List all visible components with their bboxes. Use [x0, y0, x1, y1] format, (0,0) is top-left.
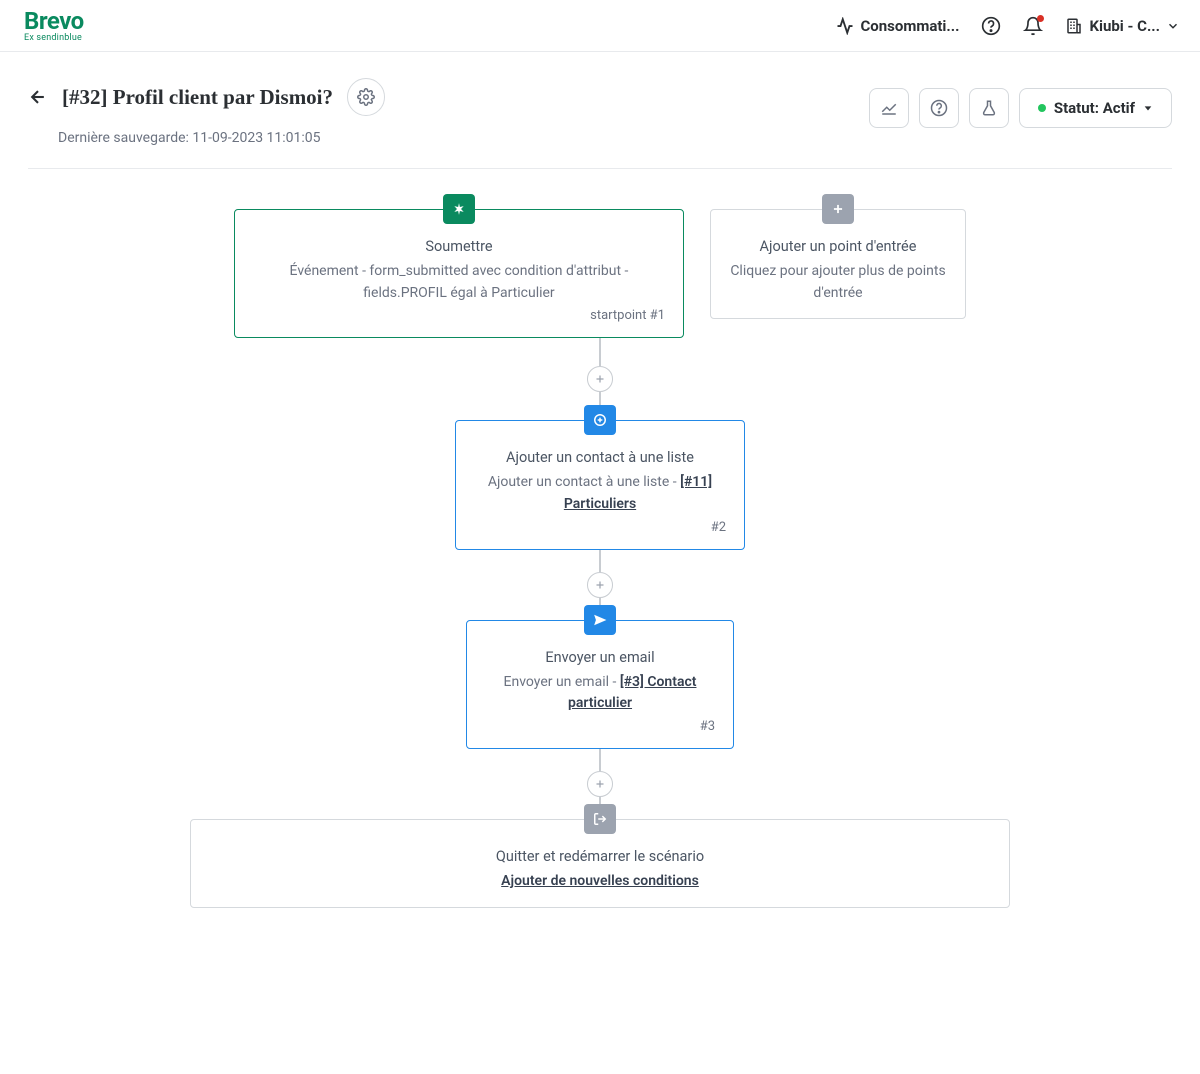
asterisk-icon: [443, 194, 475, 224]
send-icon: [584, 605, 616, 635]
account-label: Kiubi - C...: [1089, 17, 1160, 35]
logo-text: Brevo: [24, 9, 84, 33]
step2-node[interactable]: Ajouter un contact à une liste Ajouter u…: [455, 420, 745, 549]
entry-card-title: Soumettre: [253, 238, 665, 255]
exit-title: Quitter et redémarrer le scénario: [209, 848, 991, 865]
status-dropdown[interactable]: Statut: Actif: [1019, 88, 1172, 128]
status-label: Statut: Actif: [1054, 99, 1135, 117]
header-actions: Statut: Actif: [869, 88, 1172, 128]
building-icon: [1065, 17, 1083, 35]
settings-button[interactable]: [347, 78, 385, 116]
step2-meta: #2: [474, 520, 726, 535]
status-dot: [1038, 104, 1046, 112]
plus-icon: [822, 194, 854, 224]
gear-icon: [357, 88, 375, 106]
stats-button[interactable]: [869, 88, 909, 128]
entry-card-meta: startpoint #1: [253, 308, 665, 323]
step2-title: Ajouter un contact à une liste: [474, 449, 726, 466]
page-title-row: [#32] Profil client par Dismoi?: [28, 78, 385, 116]
caret-down-icon: [1143, 103, 1153, 113]
entry-node[interactable]: Soumettre Événement - form_submitted ave…: [234, 209, 684, 338]
add-contact-icon: [584, 405, 616, 435]
entry-card-desc: Événement - form_submitted avec conditio…: [253, 261, 665, 304]
add-step-button[interactable]: [587, 771, 613, 797]
last-save: Dernière sauvegarde: 11-09-2023 11:01:05: [58, 130, 385, 146]
connector-line: [599, 338, 601, 366]
step2-desc-prefix: Ajouter un contact à une liste -: [488, 474, 680, 490]
help-button[interactable]: [919, 88, 959, 128]
chevron-down-icon: [1166, 19, 1180, 33]
workflow-canvas: Soumettre Événement - form_submitted ave…: [0, 169, 1200, 968]
step3-desc-prefix: Envoyer un email -: [504, 674, 620, 690]
connector-line: [599, 550, 601, 572]
flask-icon: [980, 99, 998, 117]
exit-icon: [584, 804, 616, 834]
back-arrow-icon[interactable]: [28, 87, 48, 107]
chart-icon: [880, 99, 898, 117]
add-entry-title: Ajouter un point d'entrée: [729, 238, 947, 255]
add-step-button[interactable]: [587, 572, 613, 598]
page-header: [#32] Profil client par Dismoi? Dernière…: [0, 52, 1200, 160]
page-title: [#32] Profil client par Dismoi?: [62, 85, 333, 110]
add-entry-node[interactable]: Ajouter un point d'entrée Cliquez pour a…: [710, 209, 966, 338]
step2-card: Ajouter un contact à une liste Ajouter u…: [455, 420, 745, 549]
help-icon[interactable]: [981, 16, 1001, 36]
account-dropdown[interactable]: Kiubi - C...: [1065, 17, 1180, 35]
exit-node[interactable]: Quitter et redémarrer le scénario Ajoute…: [190, 819, 1010, 908]
topbar: Brevo Ex sendinblue Consommati... Kiubi …: [0, 0, 1200, 52]
step3-card: Envoyer un email Envoyer un email - [#3]…: [466, 620, 734, 749]
consumption-label: Consommati...: [860, 17, 959, 35]
activity-icon: [836, 17, 854, 35]
topbar-right: Consommati... Kiubi - C...: [836, 16, 1180, 36]
add-entry-desc: Cliquez pour ajouter plus de points d'en…: [729, 261, 947, 304]
step3-desc: Envoyer un email - [#3] Contact particul…: [485, 672, 715, 715]
step3-meta: #3: [485, 719, 715, 734]
help-icon: [930, 99, 948, 117]
connector-line: [599, 749, 601, 771]
step3-node[interactable]: Envoyer un email Envoyer un email - [#3]…: [466, 620, 734, 749]
step3-title: Envoyer un email: [485, 649, 715, 666]
add-step-button[interactable]: [587, 366, 613, 392]
add-entry-card: Ajouter un point d'entrée Cliquez pour a…: [710, 209, 966, 319]
entry-card: Soumettre Événement - form_submitted ave…: [234, 209, 684, 338]
test-button[interactable]: [969, 88, 1009, 128]
logo[interactable]: Brevo Ex sendinblue: [24, 9, 84, 43]
add-conditions-link[interactable]: Ajouter de nouvelles conditions: [501, 873, 699, 889]
exit-link-wrap: Ajouter de nouvelles conditions: [209, 871, 991, 893]
step2-desc: Ajouter un contact à une liste - [#11] P…: [474, 472, 726, 515]
page-header-left: [#32] Profil client par Dismoi? Dernière…: [28, 78, 385, 146]
entry-row: Soumettre Événement - form_submitted ave…: [234, 209, 966, 338]
bell-icon[interactable]: [1023, 16, 1043, 36]
logo-subtitle: Ex sendinblue: [24, 34, 84, 43]
consumption-link[interactable]: Consommati...: [836, 17, 959, 35]
notif-dot: [1037, 15, 1044, 22]
